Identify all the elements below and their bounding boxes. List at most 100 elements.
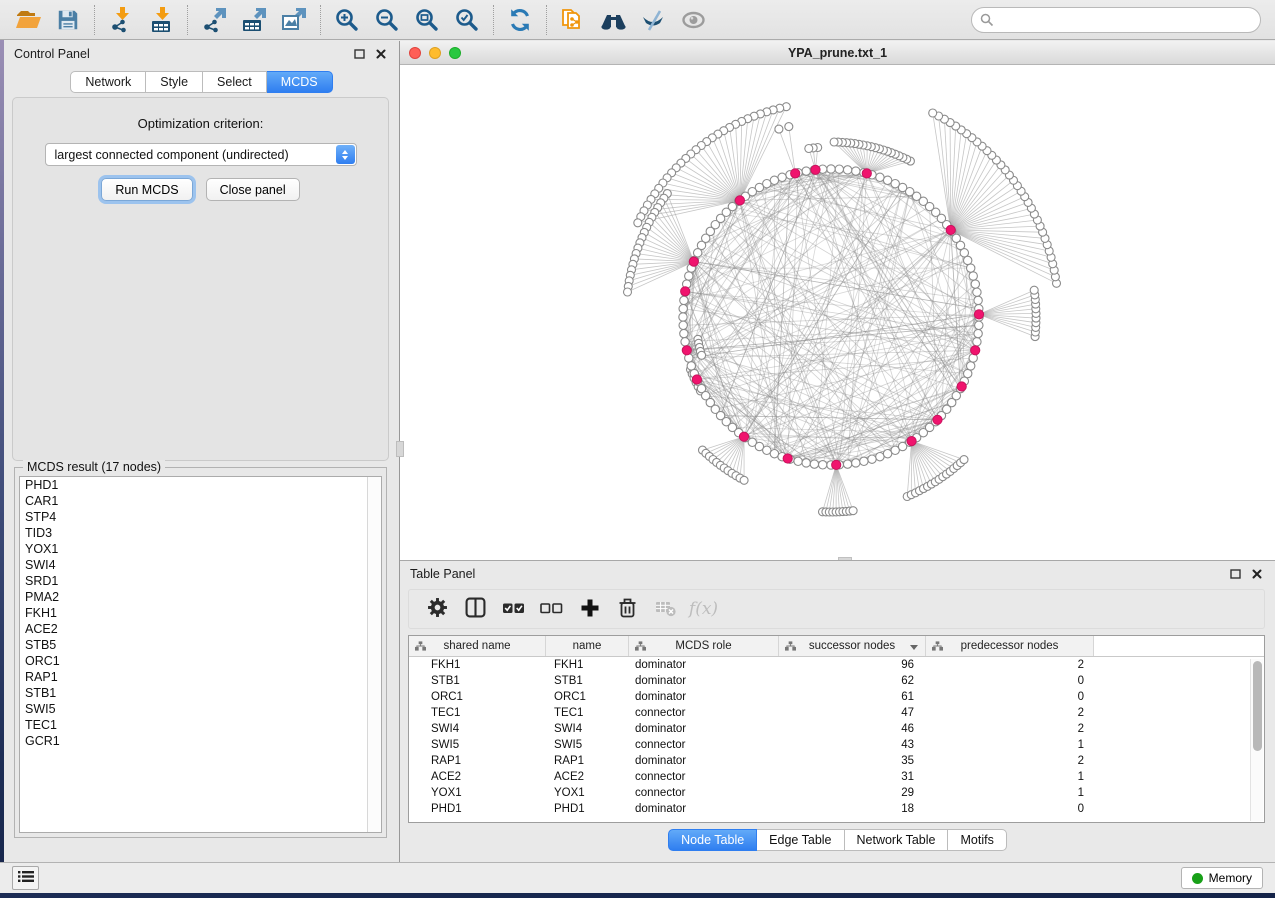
close-mcds-panel-button[interactable]: Close panel (206, 178, 300, 201)
table-cell[interactable]: connector (629, 769, 779, 785)
function-builder-button[interactable]: f(x) (687, 594, 720, 624)
refresh-button[interactable] (500, 3, 540, 37)
table-cell[interactable]: connector (629, 785, 779, 801)
zoom-selected-button[interactable] (447, 3, 487, 37)
table-cell[interactable]: 2 (926, 721, 1094, 737)
table-row[interactable]: ACE2ACE2connector311 (409, 769, 1264, 785)
mcds-list-scrollbar[interactable] (367, 477, 381, 832)
column-header-MCDS-role[interactable]: MCDS role (629, 636, 779, 656)
delete-column-button[interactable] (611, 594, 644, 624)
table-cell[interactable]: ORC1 (546, 689, 629, 705)
table-row[interactable]: SWI4SWI4dominator462 (409, 721, 1264, 737)
tab-node-table[interactable]: Node Table (668, 829, 757, 851)
deselect-all-button[interactable] (535, 594, 568, 624)
table-cell[interactable]: ACE2 (409, 769, 546, 785)
table-cell[interactable]: 1 (926, 785, 1094, 801)
tab-select[interactable]: Select (203, 71, 267, 93)
column-header-name[interactable]: name (546, 636, 629, 656)
mcds-result-item[interactable]: RAP1 (20, 669, 381, 685)
mcds-result-item[interactable]: ORC1 (20, 653, 381, 669)
table-row[interactable]: RAP1RAP1dominator352 (409, 753, 1264, 769)
table-cell[interactable]: 1 (926, 769, 1094, 785)
mcds-result-item[interactable]: SRD1 (20, 573, 381, 589)
table-row[interactable]: ORC1ORC1dominator610 (409, 689, 1264, 705)
table-cell[interactable]: 47 (779, 705, 926, 721)
table-cell[interactable]: connector (629, 737, 779, 753)
hide-selected-button[interactable] (633, 3, 673, 37)
table-cell[interactable]: FKH1 (409, 657, 546, 673)
mcds-result-item[interactable]: GCR1 (20, 733, 381, 749)
memory-button[interactable]: Memory (1181, 867, 1263, 889)
table-cell[interactable]: 29 (779, 785, 926, 801)
table-row[interactable]: FKH1FKH1dominator962 (409, 657, 1264, 673)
table-cell[interactable]: PHD1 (546, 801, 629, 817)
table-row[interactable]: SWI5SWI5connector431 (409, 737, 1264, 753)
table-cell[interactable]: dominator (629, 673, 779, 689)
new-network-from-selection-button[interactable] (553, 3, 593, 37)
table-cell[interactable]: dominator (629, 721, 779, 737)
table-cell[interactable]: TEC1 (546, 705, 629, 721)
delete-table-button[interactable] (649, 594, 682, 624)
table-cell[interactable]: 31 (779, 769, 926, 785)
add-column-button[interactable] (573, 594, 606, 624)
table-scrollbar-thumb[interactable] (1253, 661, 1262, 751)
export-image-button[interactable] (274, 3, 314, 37)
show-all-button[interactable] (673, 3, 713, 37)
show-column-selector-button[interactable] (459, 594, 492, 624)
tab-style[interactable]: Style (146, 71, 203, 93)
table-cell[interactable]: 18 (779, 801, 926, 817)
zoom-fit-button[interactable] (407, 3, 447, 37)
mcds-result-item[interactable]: SWI4 (20, 557, 381, 573)
mcds-result-item[interactable]: PHD1 (20, 477, 381, 493)
run-mcds-button[interactable]: Run MCDS (101, 178, 192, 201)
table-cell[interactable]: 0 (926, 689, 1094, 705)
tab-network-table[interactable]: Network Table (845, 829, 949, 851)
table-row[interactable]: TEC1TEC1connector472 (409, 705, 1264, 721)
table-cell[interactable]: 2 (926, 657, 1094, 673)
table-settings-button[interactable] (421, 594, 454, 624)
criterion-dropdown[interactable]: largest connected component (undirected) (45, 143, 357, 166)
mcds-result-item[interactable]: YOX1 (20, 541, 381, 557)
table-cell[interactable]: ORC1 (409, 689, 546, 705)
mcds-result-item[interactable]: SWI5 (20, 701, 381, 717)
table-cell[interactable]: 61 (779, 689, 926, 705)
table-scrollbar[interactable] (1250, 659, 1263, 821)
table-cell[interactable]: 43 (779, 737, 926, 753)
mcds-result-item[interactable]: STB1 (20, 685, 381, 701)
mcds-result-item[interactable]: TEC1 (20, 717, 381, 733)
table-cell[interactable]: SWI4 (409, 721, 546, 737)
select-all-button[interactable] (497, 594, 530, 624)
import-network-button[interactable] (101, 3, 141, 37)
import-table-button[interactable] (141, 3, 181, 37)
table-cell[interactable]: connector (629, 705, 779, 721)
table-cell[interactable]: YOX1 (546, 785, 629, 801)
float-panel-button[interactable] (351, 46, 367, 62)
mcds-result-item[interactable]: ACE2 (20, 621, 381, 637)
task-history-button[interactable] (12, 866, 39, 890)
horizontal-splitter-grip[interactable] (838, 557, 852, 560)
close-table-panel-button[interactable] (1249, 566, 1265, 582)
export-table-button[interactable] (234, 3, 274, 37)
table-cell[interactable]: dominator (629, 801, 779, 817)
open-session-button[interactable] (8, 3, 48, 37)
network-canvas[interactable] (400, 65, 1275, 560)
binoculars-button[interactable] (593, 3, 633, 37)
table-cell[interactable]: 46 (779, 721, 926, 737)
mcds-result-item[interactable]: PMA2 (20, 589, 381, 605)
table-cell[interactable]: 0 (926, 673, 1094, 689)
table-cell[interactable]: ACE2 (546, 769, 629, 785)
column-header-predecessor-nodes[interactable]: predecessor nodes (926, 636, 1094, 656)
table-cell[interactable]: STB1 (409, 673, 546, 689)
close-panel-button[interactable] (373, 46, 389, 62)
column-header-successor-nodes[interactable]: successor nodes (779, 636, 926, 656)
tab-edge-table[interactable]: Edge Table (757, 829, 844, 851)
zoom-in-button[interactable] (327, 3, 367, 37)
table-cell[interactable]: STB1 (546, 673, 629, 689)
table-cell[interactable]: TEC1 (409, 705, 546, 721)
table-cell[interactable]: PHD1 (409, 801, 546, 817)
table-cell[interactable]: dominator (629, 689, 779, 705)
mcds-result-item[interactable]: FKH1 (20, 605, 381, 621)
table-cell[interactable]: 35 (779, 753, 926, 769)
table-cell[interactable]: 0 (926, 801, 1094, 817)
tab-mcds[interactable]: MCDS (267, 71, 333, 93)
